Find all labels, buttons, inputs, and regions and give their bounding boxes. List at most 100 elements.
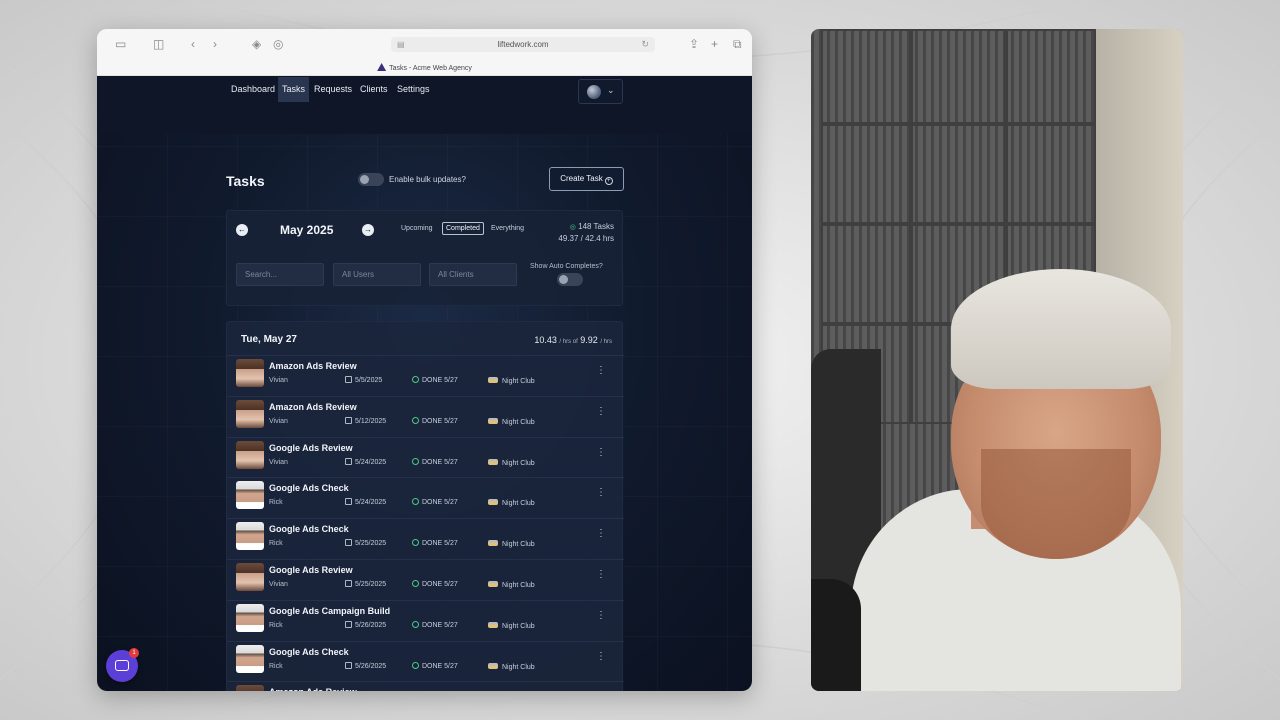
- calendar-icon: [345, 580, 352, 587]
- chat-icon: [115, 660, 129, 671]
- check-circle-icon: [412, 457, 419, 465]
- more-options-icon[interactable]: ⋮: [596, 406, 606, 417]
- segment-everything[interactable]: Everything: [491, 225, 524, 232]
- check-circle-icon: [412, 416, 419, 424]
- table-row[interactable]: Google Ads Review Vivian 5/24/2025 DONE 5/2…: [227, 436, 624, 478]
- task-title[interactable]: Google Ads Check: [269, 524, 349, 534]
- segment-upcoming[interactable]: Upcoming: [401, 225, 433, 232]
- check-circle-icon: [412, 539, 419, 547]
- person-beard: [981, 449, 1131, 559]
- auto-completes-label: Show Auto Completes?: [530, 263, 603, 270]
- task-assignee: Rick: [269, 540, 283, 548]
- profile-menu-button[interactable]: ⌄: [578, 79, 623, 104]
- avatar: [236, 685, 264, 691]
- nav-settings[interactable]: Settings: [393, 77, 434, 102]
- create-task-button[interactable]: Create Task +: [549, 167, 624, 191]
- task-title[interactable]: Google Ads Review: [269, 443, 353, 453]
- page-icon: ▤: [397, 40, 405, 49]
- sidebar-toggle-icon[interactable]: ▭: [115, 37, 126, 51]
- more-options-icon[interactable]: ⋮: [596, 610, 606, 621]
- task-title[interactable]: Amazon Ads Review: [269, 687, 357, 691]
- table-row[interactable]: Amazon Ads Review Vivian 5/5/2025 DONE 5/27…: [227, 355, 624, 396]
- more-options-icon[interactable]: ⋮: [596, 651, 606, 662]
- task-date: 5/24/2025: [345, 498, 386, 506]
- task-client: Night Club: [488, 621, 535, 630]
- back-icon[interactable]: ‹: [191, 37, 195, 51]
- previous-month-button[interactable]: ←: [236, 224, 248, 236]
- notification-badge: 1: [129, 648, 139, 658]
- avatar: [236, 399, 264, 428]
- top-navigation: Dashboard Tasks Requests Clients Setting…: [97, 76, 752, 134]
- task-date: 5/26/2025: [345, 620, 386, 629]
- check-circle-icon: [412, 620, 419, 628]
- favicon-icon: [377, 63, 387, 71]
- users-select[interactable]: All Users: [333, 263, 421, 286]
- task-title[interactable]: Google Ads Campaign Build: [269, 606, 390, 616]
- task-title[interactable]: Amazon Ads Review: [269, 361, 357, 371]
- table-row[interactable]: Google Ads Check Rick 5/24/2025 DONE 5/27 Ni…: [227, 477, 624, 518]
- more-options-icon[interactable]: ⋮: [596, 529, 606, 539]
- bulk-updates-label: Enable bulk updates?: [389, 175, 466, 184]
- table-row[interactable]: Google Ads Review Vivian 5/25/2025 DONE 5/2…: [227, 559, 624, 600]
- table-row[interactable]: Google Ads Check Rick 5/25/2025 DONE 5/27 Ni…: [227, 518, 624, 559]
- task-client: Night Club: [488, 417, 535, 426]
- table-row[interactable]: Google Ads Campaign Build Rick 5/26/2025 DO…: [227, 599, 624, 641]
- task-status: DONE 5/27: [412, 376, 458, 384]
- avatar: [236, 644, 264, 673]
- more-options-icon[interactable]: ⋮: [596, 447, 606, 458]
- privacy-icon[interactable]: ◎: [273, 37, 283, 51]
- share-icon[interactable]: ⇪: [689, 37, 699, 51]
- forward-icon[interactable]: ›: [213, 37, 217, 51]
- bulk-updates-toggle[interactable]: [358, 173, 384, 186]
- avatar: [236, 563, 264, 591]
- task-status: DONE 5/27: [412, 416, 458, 425]
- task-title[interactable]: Amazon Ads Review: [269, 402, 357, 412]
- task-title[interactable]: Google Ads Check: [269, 483, 349, 493]
- table-row[interactable]: Amazon Ads ReviewVivian5/26/2025DONE 5/2…: [227, 681, 624, 691]
- task-client: Night Club: [488, 377, 535, 385]
- next-month-button[interactable]: →: [362, 224, 374, 236]
- tabs-overview-icon[interactable]: ⧉: [733, 37, 742, 51]
- page-title: Tasks: [226, 173, 265, 189]
- plus-circle-icon: +: [604, 177, 613, 185]
- task-assignee: Vivian: [269, 417, 288, 425]
- shield-icon[interactable]: ◈: [252, 37, 261, 51]
- tab-title[interactable]: Tasks - Acme Web Agency: [97, 63, 752, 72]
- nav-requests[interactable]: Requests: [310, 77, 356, 102]
- clients-select[interactable]: All Clients: [429, 263, 517, 286]
- calendar-icon: [345, 498, 352, 506]
- check-circle-icon: ◎: [569, 224, 576, 231]
- task-title[interactable]: Google Ads Check: [269, 647, 349, 657]
- nav-tasks[interactable]: Tasks: [278, 77, 310, 102]
- task-client: Night Club: [488, 499, 535, 507]
- table-row[interactable]: Amazon Ads Review Vivian 5/12/2025 DONE 5/2…: [227, 395, 624, 437]
- nav-clients[interactable]: Clients: [356, 77, 392, 102]
- segment-completed[interactable]: Completed: [442, 222, 484, 235]
- nav-dashboard[interactable]: Dashboard: [227, 77, 279, 102]
- new-tab-icon[interactable]: +: [711, 37, 718, 51]
- more-options-icon[interactable]: ⋮: [596, 570, 606, 580]
- avatar: [236, 603, 264, 632]
- task-assignee: Rick: [269, 621, 283, 629]
- task-status: DONE 5/27: [412, 661, 458, 670]
- avatar: [236, 522, 264, 551]
- auto-completes-toggle[interactable]: [557, 273, 583, 286]
- more-options-icon[interactable]: ⋮: [596, 366, 606, 376]
- task-status: DONE 5/27: [412, 539, 458, 547]
- client-logo-icon: [488, 417, 498, 424]
- table-row[interactable]: Google Ads Check Rick 5/26/2025 DONE 5/27 Ni…: [227, 640, 624, 682]
- search-input[interactable]: Search...: [236, 263, 324, 286]
- more-options-icon[interactable]: ⋮: [596, 488, 606, 498]
- task-assignee: Vivian: [269, 377, 288, 384]
- task-date: 5/25/2025: [345, 580, 386, 588]
- check-circle-icon: [412, 498, 419, 506]
- address-bar[interactable]: ▤ liftedwork.com ↻: [391, 37, 655, 52]
- avatar: [587, 85, 601, 99]
- task-title[interactable]: Google Ads Review: [269, 565, 353, 575]
- client-logo-icon: [488, 540, 498, 547]
- sidebar-icon[interactable]: ◫: [153, 37, 164, 51]
- browser-toolbar: ▭ ◫ ‹ › ◈ ◎ ▤ liftedwork.com ↻ ⇪ + ⧉ Tas…: [97, 29, 752, 76]
- hours-summary: 49.37 / 42.4 hrs: [558, 234, 614, 243]
- chat-button[interactable]: 1: [106, 648, 139, 682]
- reload-icon[interactable]: ↻: [641, 37, 649, 52]
